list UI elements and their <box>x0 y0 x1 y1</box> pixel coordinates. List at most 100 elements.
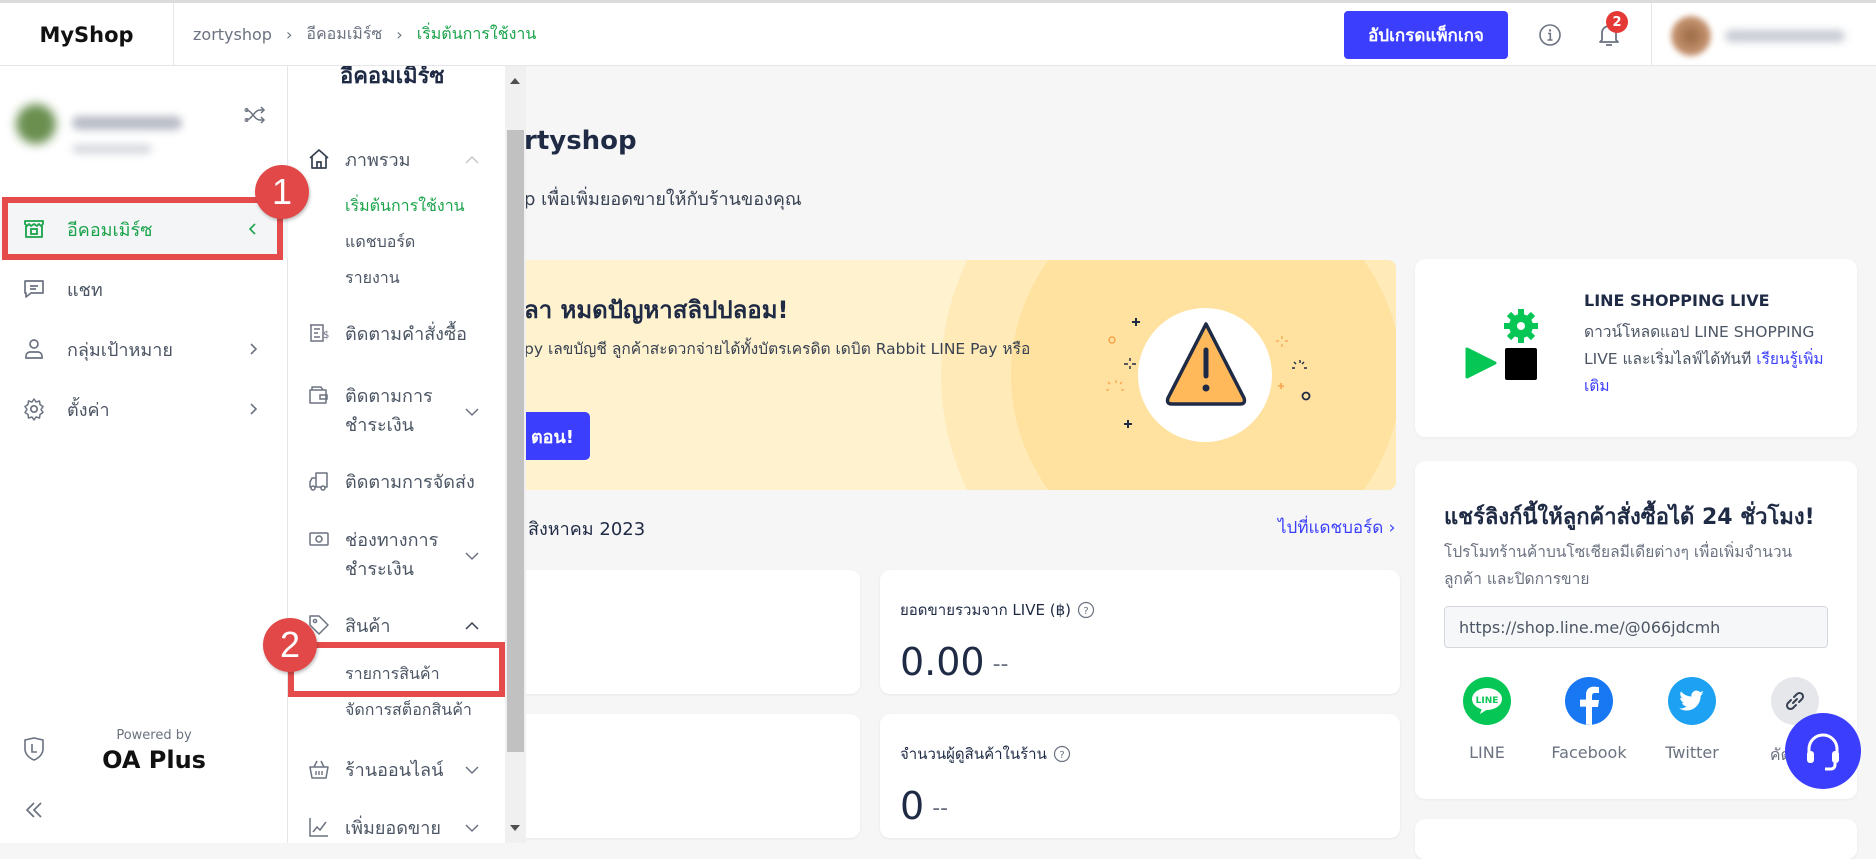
sidebar-item-label: ตั้งค่า <box>67 399 110 421</box>
chevron-down-icon <box>465 766 479 775</box>
switch-account-icon[interactable] <box>244 104 266 126</box>
shop-id-redacted <box>72 144 152 154</box>
month-label: สิงหาคม 2023 <box>528 519 646 540</box>
share-facebook-button[interactable]: Facebook <box>1549 677 1629 762</box>
submenu-link-dashboard[interactable]: แดชบอร์ด <box>345 230 415 255</box>
user-icon <box>25 339 43 359</box>
headset-icon <box>1807 733 1839 771</box>
breadcrumb-shop[interactable]: zortyshop <box>193 25 272 44</box>
page-subtitle: p เพื่อเพิ่มยอดขายให้กับร้านของคุณ <box>526 189 802 210</box>
wallet-icon <box>309 386 328 404</box>
submenu-item-label: ภาพรวม <box>345 150 411 171</box>
scroll-up-arrow-icon[interactable] <box>510 78 520 84</box>
go-to-dashboard-link[interactable]: ไปที่แดชบอร์ด › <box>1278 514 1395 541</box>
sidebar-item-settings[interactable]: ตั้งค่า <box>0 380 288 438</box>
chevron-right-icon <box>250 403 258 415</box>
social-label: LINE <box>1469 743 1505 762</box>
line-shopping-live-card: LINE SHOPPING LIVE ดาวน์โหลดแอป LINE SHO… <box>1415 259 1857 437</box>
shop-profile[interactable] <box>12 94 192 176</box>
submenu-link-getting-started[interactable]: เริ่มต้นการใช้งาน <box>345 194 465 219</box>
chart-icon <box>309 818 328 837</box>
stat-card-partial <box>526 570 860 694</box>
live-card-title: LINE SHOPPING LIVE <box>1584 291 1770 310</box>
truck-icon <box>309 472 328 491</box>
submenu-item-label: สินค้า <box>345 616 391 637</box>
banner-cta-button[interactable]: ตอน! <box>526 412 590 460</box>
breadcrumb-ecommerce[interactable]: อีคอมเมิร์ซ <box>306 22 382 47</box>
share-twitter-button[interactable]: Twitter <box>1652 677 1732 762</box>
page-title: rtyshop <box>526 126 637 156</box>
scroll-down-arrow-icon[interactable] <box>510 825 520 831</box>
stat-card-store-viewers: จำนวนผู้ดูสินค้าในร้าน ? 0 -- <box>880 714 1400 838</box>
share-card-description: โปรโมทร้านค้าบนโซเชียลมีเดียต่างๆ เพื่อเ… <box>1444 543 1793 588</box>
submenu-item-label: ติดตามคำสั่งซื้อ <box>345 324 467 345</box>
shield-icon[interactable] <box>22 736 46 762</box>
shop-url-field[interactable] <box>1444 606 1828 648</box>
breadcrumb: zortyshop › อีคอมเมิร์ซ › เริ่มต้นการใช้… <box>193 3 536 66</box>
scrollbar-thumb[interactable] <box>507 130 524 752</box>
svg-text:$: $ <box>323 330 329 341</box>
submenu-title: อีคอมเมิร์ซ <box>340 66 445 89</box>
receipt-icon: $ <box>310 324 329 342</box>
cash-icon <box>309 532 329 546</box>
stat-card-partial: ) <box>526 714 860 838</box>
stat-card-live-sales: ยอดขายรวมจาก LIVE (฿) ? 0.00 -- <box>880 570 1400 694</box>
chevron-down-icon <box>465 408 479 417</box>
support-chat-button[interactable] <box>1785 713 1861 789</box>
svg-text:LINE: LINE <box>1476 696 1499 706</box>
notification-badge: 2 <box>1606 11 1628 33</box>
basket-icon <box>309 760 329 779</box>
chevron-down-icon <box>465 552 479 561</box>
chevron-right-icon <box>250 343 258 355</box>
stat-value: 0 -- <box>900 784 949 828</box>
submenu-item-label: เพิ่มยอดขาย <box>345 818 441 839</box>
info-icon[interactable] <box>1538 23 1562 47</box>
shop-name-redacted <box>72 116 182 130</box>
submenu-item-label: ติดตามการจัดส่ง <box>345 472 475 493</box>
help-icon[interactable]: ? <box>1077 601 1095 619</box>
powered-by-label: Powered by <box>116 728 192 743</box>
banner-title: ลา หมดปัญหาสลิปปลอม! <box>526 296 789 324</box>
svg-text:?: ? <box>1083 606 1088 617</box>
sidebar-item-audience[interactable]: กลุ่มเป้าหมาย <box>0 320 288 378</box>
submenu-scrollbar[interactable] <box>505 66 526 843</box>
help-icon[interactable]: ? <box>1053 745 1071 763</box>
submenu-item-payment-channels[interactable]: ช่องทางการ ชำระเงิน <box>288 526 505 586</box>
user-avatar <box>1671 16 1711 56</box>
stat-value: 0.00 -- <box>900 640 1009 684</box>
line-shopping-live-logo <box>1465 309 1538 380</box>
submenu-item-label: ติดตามการ ชำระเงิน <box>345 386 433 436</box>
home-icon <box>309 149 329 169</box>
next-card-partial <box>1415 819 1857 859</box>
upgrade-package-button[interactable]: อัปเกรดแพ็กเกจ <box>1344 11 1508 59</box>
chevron-down-icon <box>465 824 479 833</box>
facebook-icon <box>1565 677 1613 725</box>
submenu-item-label: ช่องทางการ ชำระเงิน <box>345 530 439 580</box>
social-label: Facebook <box>1551 743 1627 762</box>
sidebar-item-label: กลุ่มเป้าหมาย <box>67 339 173 361</box>
chevron-right-icon: › <box>1388 518 1396 538</box>
top-header: MyShop zortyshop › อีคอมเมิร์ซ › เริ่มต้… <box>0 3 1876 66</box>
stat-label: ยอดขายรวมจาก LIVE (฿) ? <box>900 598 1095 622</box>
user-menu[interactable] <box>1663 8 1873 64</box>
submenu-item-payment-tracking[interactable]: ติดตามการ ชำระเงิน <box>288 382 505 442</box>
warning-icon <box>1106 318 1311 428</box>
chevron-up-icon <box>465 155 479 164</box>
svg-text:?: ? <box>1059 750 1064 761</box>
divider <box>1651 3 1652 66</box>
line-icon: LINE <box>1463 677 1511 725</box>
app-logo[interactable]: MyShop <box>0 3 174 66</box>
submenu-link-stock-management[interactable]: จัดการสต็อกสินค้า <box>345 698 472 723</box>
sidebar-item-label: แชท <box>67 279 103 301</box>
share-card-title: แชร์ลิงก์นี้ให้ลูกค้าสั่งซื้อได้ 24 ชั่ว… <box>1444 505 1815 530</box>
annotation-box-2 <box>288 642 505 697</box>
collapse-sidebar-icon[interactable] <box>24 800 44 820</box>
chat-icon <box>24 280 44 298</box>
live-card-description: ดาวน์โหลดแอป LINE SHOPPING LIVE และเริ่ม… <box>1584 323 1824 395</box>
chevron-right-icon: › <box>396 25 403 44</box>
share-line-button[interactable]: LINE LINE <box>1447 677 1527 762</box>
gear-icon <box>24 398 44 421</box>
submenu-item-label: ร้านออนไลน์ <box>345 760 444 781</box>
submenu-link-reports[interactable]: รายงาน <box>345 266 400 291</box>
sidebar-item-chat[interactable]: แชท <box>0 260 288 318</box>
